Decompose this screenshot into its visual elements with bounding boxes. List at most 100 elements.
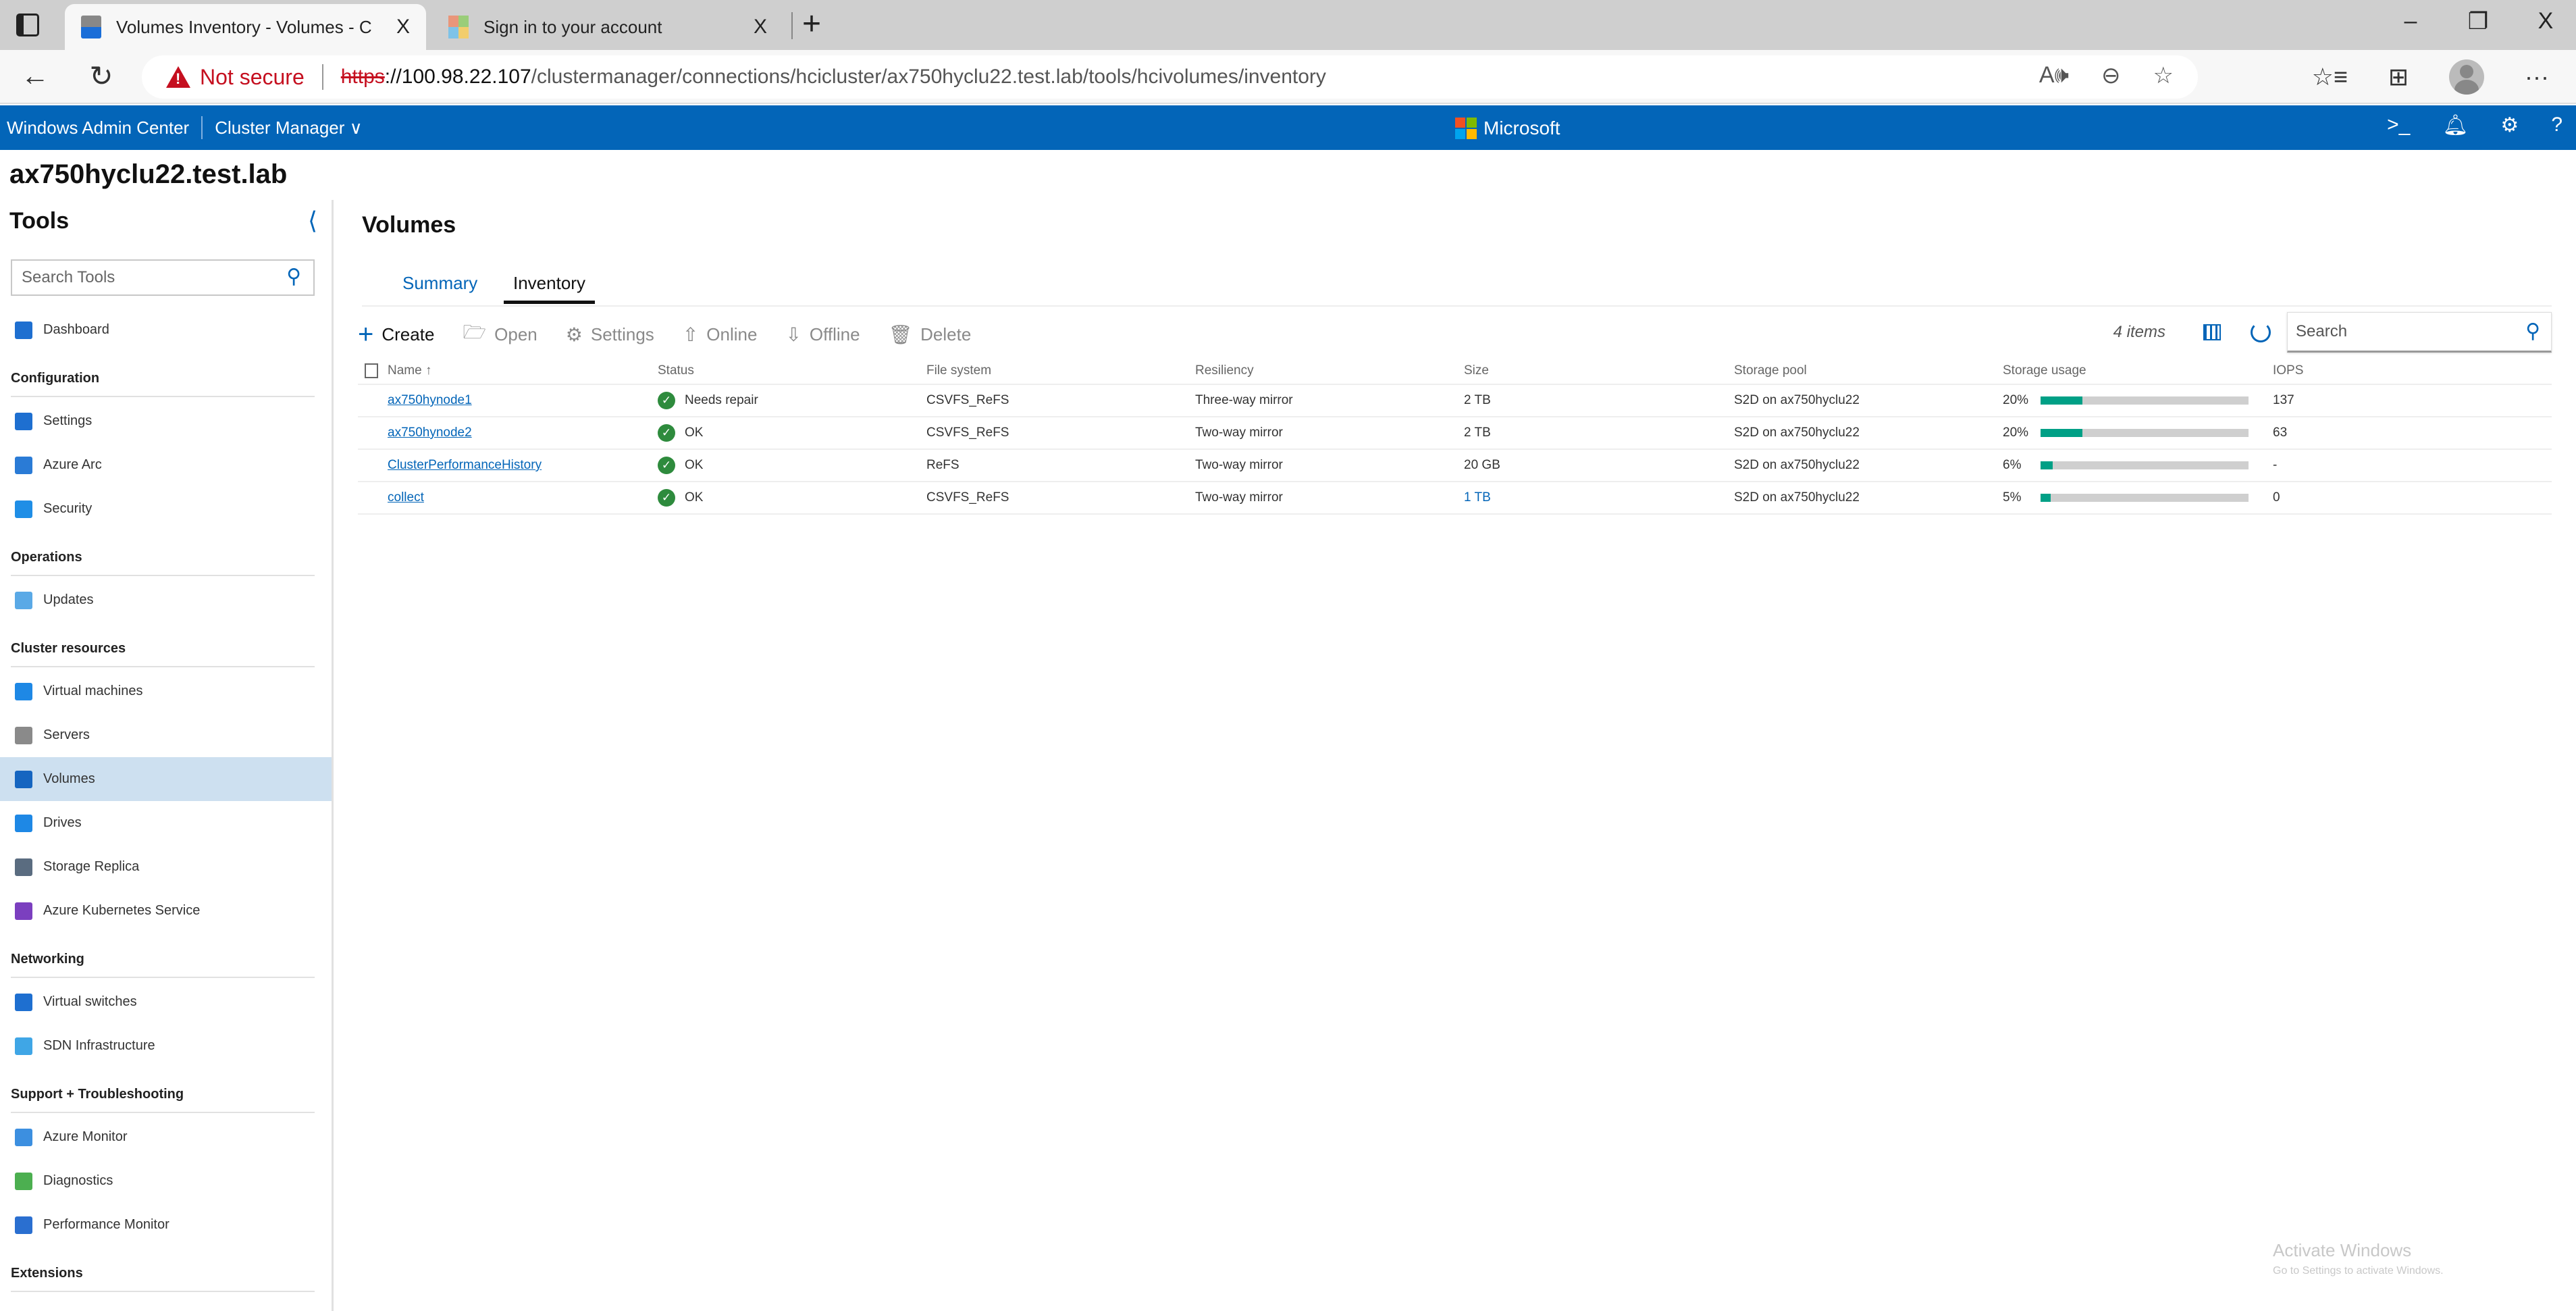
sidebar-item-drives[interactable]: Drives <box>0 801 332 845</box>
browser-tab-signin[interactable]: Sign in to your account X <box>432 4 783 50</box>
section-divider <box>11 666 315 667</box>
column-header-storage-pool[interactable]: Storage pool <box>1734 363 2003 378</box>
table-row[interactable]: collect ✓ OK CSVFS_ReFS Two-way mirror 1 TB S2… <box>358 482 2552 515</box>
settings-button[interactable]: ⚙ Settings <box>566 324 654 346</box>
sidebar-item-label: Servers <box>43 727 90 742</box>
close-window-button[interactable]: X <box>2525 8 2566 34</box>
sidebar-item-storage-replica[interactable]: Storage Replica <box>0 845 332 889</box>
new-tab-button[interactable]: + <box>802 5 821 43</box>
address-bar-row: ← ↻ Not secure https ://100.98.22.107 /c… <box>0 50 2576 104</box>
gauge-icon <box>15 1128 32 1146</box>
table-row[interactable]: ax750hynode2 ✓ OK CSVFS_ReFS Two-way mirror 2… <box>358 417 2552 450</box>
nav-section-label: Cluster resources <box>11 641 126 656</box>
volume-name-link[interactable]: ClusterPerformanceHistory <box>388 458 542 472</box>
collections-icon[interactable]: ⊞ <box>2388 63 2409 91</box>
close-tab-icon[interactable]: X <box>390 16 417 38</box>
file-system-cell: CSVFS_ReFS <box>926 393 1009 407</box>
sidebar-item-label: Dashboard <box>43 322 109 337</box>
sidebar-item-azure-kubernetes-service[interactable]: Azure Kubernetes Service <box>0 889 332 933</box>
section-divider <box>11 977 315 978</box>
sidebar-item-performance-monitor[interactable]: Performance Monitor <box>0 1203 332 1247</box>
drive-icon <box>15 814 32 832</box>
columns-icon[interactable] <box>2203 324 2221 340</box>
volume-name-link[interactable]: collect <box>388 490 424 505</box>
column-header-iops[interactable]: IOPS <box>2273 363 2408 378</box>
settings-gear-icon[interactable]: ⚙ <box>2500 113 2519 137</box>
tab-summary[interactable]: Summary <box>402 273 477 302</box>
sidebar-item-security[interactable]: Security <box>0 487 332 531</box>
section-divider <box>11 396 315 397</box>
usage-bar-fill <box>2041 461 2053 469</box>
nav-section-operations: Operations <box>0 531 332 578</box>
url-field[interactable]: Not secure https ://100.98.22.107 /clust… <box>142 55 2198 99</box>
table-row[interactable]: ax750hynode1 ✓ Needs repair CSVFS_ReFS Three… <box>358 385 2552 417</box>
column-header-status[interactable]: Status <box>658 363 926 378</box>
powershell-icon[interactable]: >_ <box>2387 113 2410 137</box>
refresh-icon[interactable] <box>2251 322 2271 342</box>
section-divider <box>11 1112 315 1113</box>
sidebar-item-servers[interactable]: Servers <box>0 713 332 757</box>
browser-tab-volumes[interactable]: Volumes Inventory - Volumes - C X <box>65 4 426 50</box>
search-icon[interactable]: ⚲ <box>2525 319 2540 343</box>
sidebar-item-virtual-machines[interactable]: Virtual machines <box>0 669 332 713</box>
sidebar-item-settings[interactable]: Settings <box>0 399 332 443</box>
create-button[interactable]: + Create <box>358 319 434 350</box>
sidebar-item-virtual-switches[interactable]: Virtual switches <box>0 980 332 1024</box>
storage-usage-cell: 5% <box>2003 490 2273 505</box>
sidebar-item-sdn-infrastructure[interactable]: SDN Infrastructure <box>0 1024 332 1068</box>
column-header-size[interactable]: Size <box>1464 363 1734 378</box>
more-menu-icon[interactable]: ··· <box>2525 63 2549 91</box>
volume-name-link[interactable]: ax750hynode2 <box>388 426 472 440</box>
online-button[interactable]: ⇧ Online <box>683 324 758 346</box>
help-icon[interactable]: ? <box>2551 113 2562 137</box>
nav-section-label: Configuration <box>11 371 100 386</box>
reload-button[interactable]: ↻ <box>81 59 122 93</box>
tab-actions-icon[interactable] <box>16 14 39 36</box>
open-button[interactable]: 🗁︎ Open <box>463 318 537 351</box>
sidebar-item-dashboard[interactable]: Dashboard <box>0 308 332 352</box>
microsoft-favicon-icon <box>448 16 469 38</box>
column-header-name[interactable]: Name ↑ <box>388 363 658 378</box>
column-header-file-system[interactable]: File system <box>926 363 1195 378</box>
url-host: ://100.98.22.107 <box>384 66 531 88</box>
add-favorite-icon[interactable]: ☆ <box>2153 62 2174 89</box>
azure-arc-icon <box>15 456 32 474</box>
tab-inventory[interactable]: Inventory <box>504 273 595 304</box>
file-system-cell: ReFS <box>926 458 960 472</box>
volume-name-link[interactable]: ax750hynode1 <box>388 393 472 407</box>
back-button[interactable]: ← <box>15 59 55 92</box>
search-icon[interactable]: ⚲ <box>286 265 301 288</box>
column-header-resiliency[interactable]: Resiliency <box>1195 363 1464 378</box>
table-row[interactable]: ClusterPerformanceHistory ✓ OK ReFS Two-way … <box>358 450 2552 482</box>
search-tools-input[interactable]: Search Tools ⚲ <box>11 259 315 296</box>
sidebar-item-volumes[interactable]: Volumes <box>0 757 332 801</box>
sidebar-item-azure-arc[interactable]: Azure Arc <box>0 443 332 487</box>
read-aloud-icon[interactable]: A🕪 <box>2039 62 2069 89</box>
zoom-out-icon[interactable]: ⊖ <box>2101 62 2121 89</box>
minimize-button[interactable]: – <box>2390 8 2431 34</box>
sidebar-item-label: Azure Arc <box>43 457 102 472</box>
search-tools-placeholder: Search Tools <box>22 268 115 286</box>
status-check-icon: ✓ <box>658 424 675 442</box>
context-switcher[interactable]: Cluster Manager ∨ <box>215 118 362 138</box>
sidebar-item-updates[interactable]: Updates <box>0 578 332 622</box>
app-name[interactable]: Windows Admin Center <box>7 118 189 138</box>
column-header-storage-usage[interactable]: Storage usage <box>2003 363 2273 378</box>
sidebar-item-diagnostics[interactable]: Diagnostics <box>0 1159 332 1203</box>
profile-avatar[interactable] <box>2449 59 2485 95</box>
iops-cell: 63 <box>2273 426 2288 440</box>
select-all-checkbox[interactable] <box>365 363 378 378</box>
sidebar-item-azure-monitor[interactable]: Azure Monitor <box>0 1115 332 1159</box>
grid-search-input[interactable]: Search ⚲ <box>2287 312 2552 353</box>
close-tab-icon[interactable]: X <box>747 16 774 38</box>
security-status[interactable]: Not secure <box>200 65 305 90</box>
status-check-icon: ✓ <box>658 457 675 474</box>
offline-button[interactable]: ⇩ Offline <box>785 324 860 346</box>
delete-button[interactable]: 🗑︎ Delete <box>889 324 972 346</box>
size-cell: 2 TB <box>1464 393 1491 407</box>
favorites-icon[interactable]: ☆≡ <box>2312 63 2348 91</box>
restore-button[interactable]: ❐ <box>2458 8 2498 35</box>
notifications-bell-icon[interactable]: 🔔︎ <box>2442 113 2468 137</box>
collapse-sidebar-icon[interactable]: ⟨ <box>308 207 317 235</box>
resiliency-cell: Two-way mirror <box>1195 426 1283 440</box>
